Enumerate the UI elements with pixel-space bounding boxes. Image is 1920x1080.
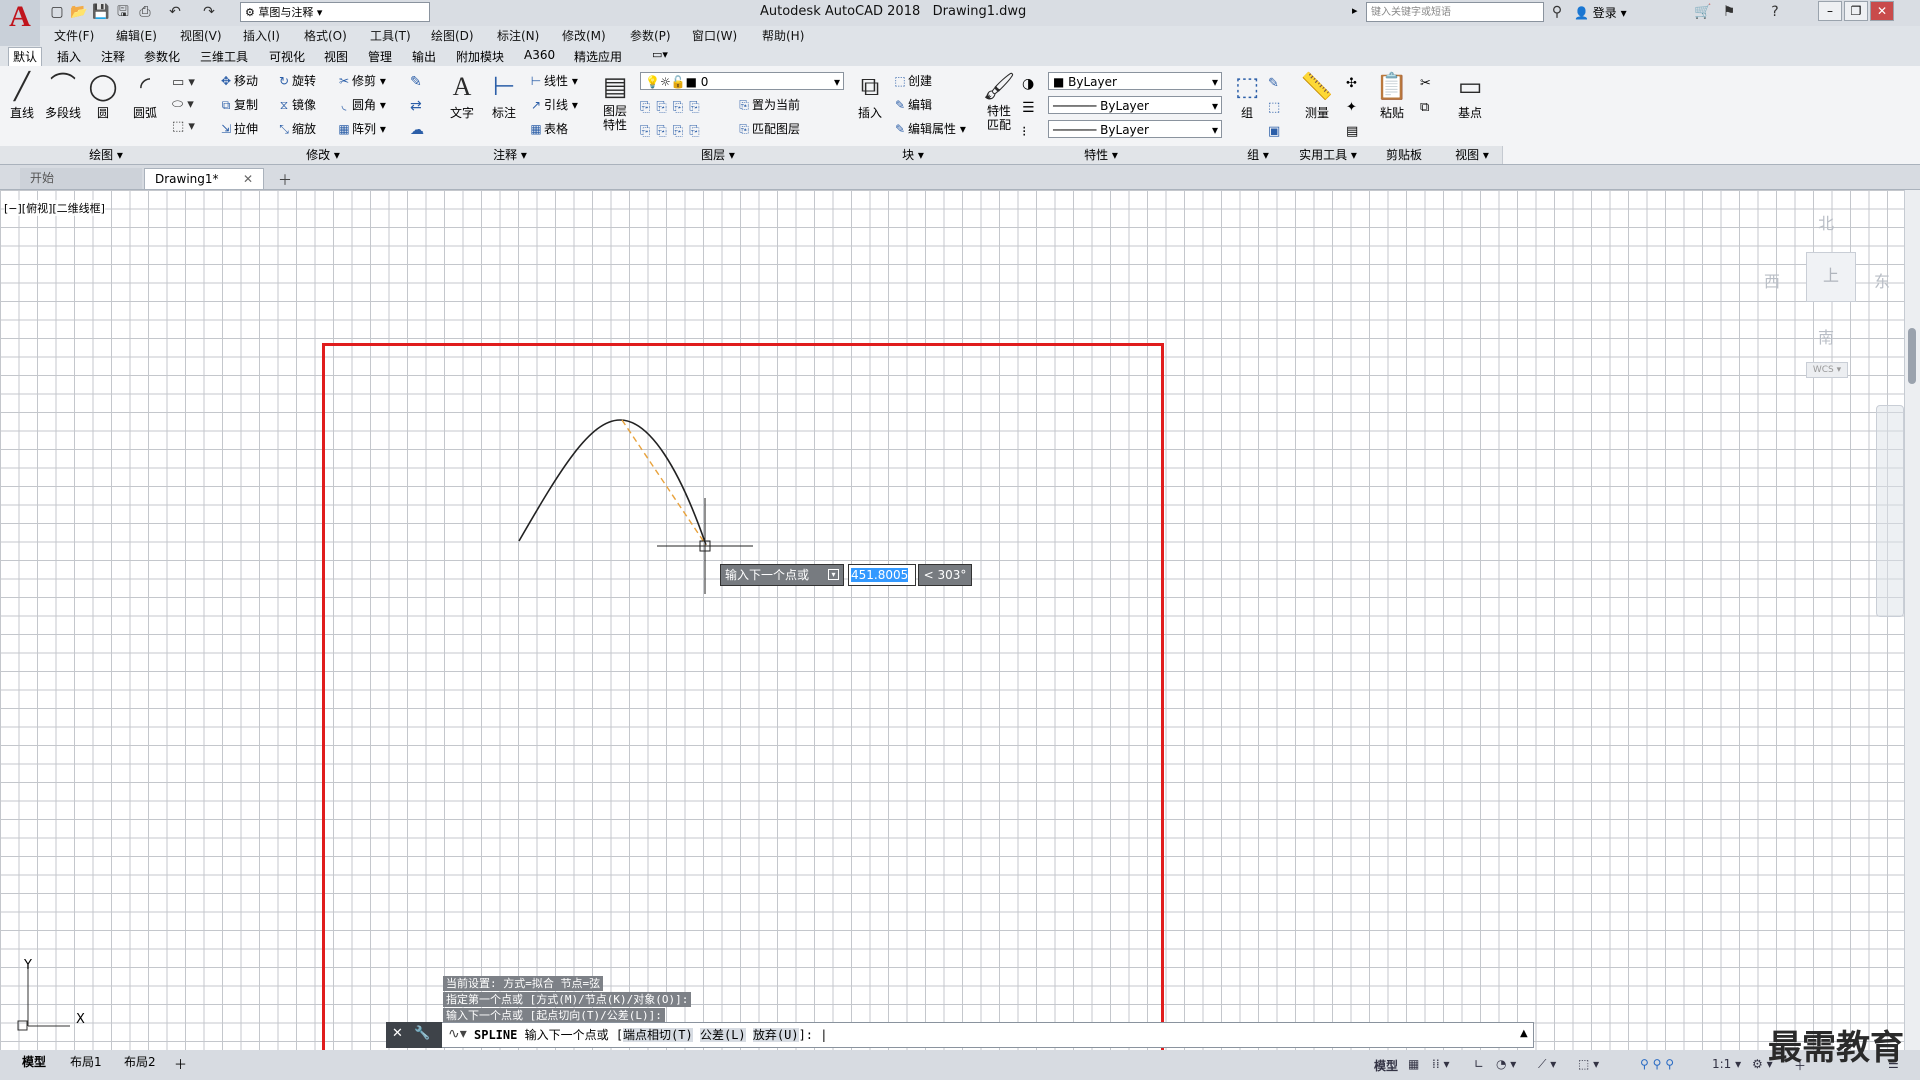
command-prompt-tail: ]:	[798, 1028, 814, 1042]
tab-model[interactable]: 模型	[14, 1052, 54, 1072]
tab-layout2[interactable]: 布局2	[116, 1052, 164, 1072]
rubberband-line	[621, 419, 707, 546]
ucs-y-label: Y	[24, 958, 32, 973]
spline-curve	[518, 419, 707, 546]
command-history-line: 指定第一个点或 [方式(M)/节点(K)/对象(O)]:	[443, 992, 692, 1007]
dynamic-input-prompt: 输入下一个点或 ▾	[720, 564, 844, 586]
isodraft-icon[interactable]: ⟋ ▾	[1538, 1057, 1556, 1072]
command-prompt-text: 输入下一个点或 [	[524, 1028, 624, 1042]
close-command-icon[interactable]: ✕	[392, 1026, 403, 1041]
dynamic-input-prompt-text: 输入下一个点或	[725, 568, 810, 582]
tab-layout1[interactable]: 布局1	[62, 1052, 110, 1072]
ortho-icon[interactable]: ∟	[1474, 1057, 1484, 1071]
add-layout-icon[interactable]: ＋	[174, 1054, 187, 1073]
annotation-scale-value: 1:1	[1712, 1057, 1732, 1071]
layout-tab-bar	[0, 1050, 1920, 1080]
grid-icon[interactable]: ▦	[1408, 1057, 1419, 1071]
spline-drawing	[17, 419, 753, 1031]
ucs-origin	[17, 1020, 28, 1031]
option-undo[interactable]: 放弃(U)	[752, 1028, 799, 1042]
model-space-button[interactable]: 模型	[1374, 1057, 1398, 1074]
distance-value: 451.8005	[851, 568, 909, 582]
annotation-scale[interactable]: 1:1 ▾	[1712, 1057, 1741, 1071]
command-history-line: 输入下一个点或 [起点切向(T)/公差(L)]:	[443, 1008, 665, 1023]
command-history-line: 当前设置: 方式=拟合 节点=弦	[443, 976, 604, 991]
watermark-logo: 最需教育	[1768, 1028, 1904, 1068]
polar-icon[interactable]: ◔ ▾	[1496, 1057, 1516, 1071]
dynamic-input-angle[interactable]: < 303°	[918, 564, 972, 586]
dynamic-input-options-icon[interactable]: ▾	[828, 569, 839, 580]
dynamic-input-distance[interactable]: 451.8005	[848, 564, 916, 586]
customize-wrench-icon[interactable]: 🔧	[414, 1026, 430, 1041]
option-tolerance[interactable]: 公差(L)	[699, 1028, 746, 1042]
option-end-tangent[interactable]: 端点相切(T)	[623, 1028, 693, 1042]
spline-command-icon: ∿▾	[448, 1026, 467, 1042]
object-snap-icon[interactable]: ⬚ ▾	[1578, 1057, 1599, 1071]
command-history-toggle-icon[interactable]: ▲	[1520, 1028, 1528, 1039]
annotation-visibility-icon[interactable]: ⚲ ⚲ ⚲	[1640, 1057, 1674, 1071]
command-name: SPLINE	[474, 1028, 518, 1042]
snap-icon[interactable]: ⁞⁞ ▾	[1432, 1057, 1449, 1071]
command-line-tools: ✕ 🔧	[386, 1022, 442, 1048]
command-prompt: SPLINE 输入下一个点或 [端点相切(T) 公差(L) 放弃(U)]: |	[474, 1028, 828, 1042]
ucs-x-label: X	[76, 1012, 85, 1027]
